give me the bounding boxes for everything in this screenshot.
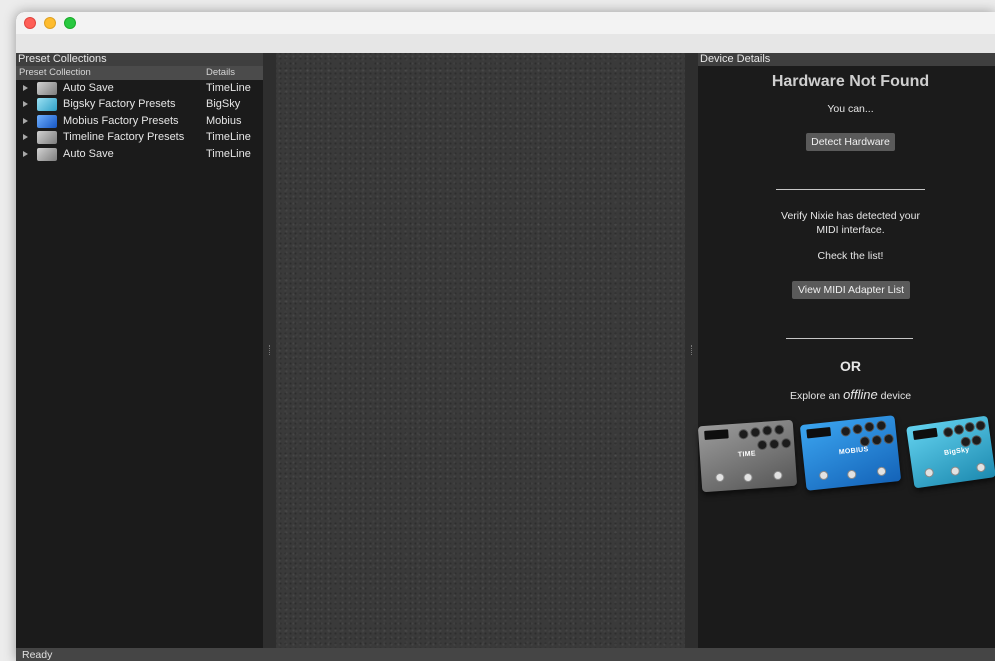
knob-icon [942,426,954,438]
knob-icon [863,421,875,433]
collection-name: Auto Save [63,147,114,160]
preset-collection-row[interactable]: Auto Save TimeLine [16,80,263,96]
collection-name: Mobius Factory Presets [63,114,179,127]
knob-icon [852,423,864,435]
knob-icon [883,433,895,445]
footswitch-icon [818,470,829,481]
knob-icon [761,425,773,436]
verify-nixie-text-line1: Verify Nixie has detected your [781,210,920,222]
knob-icon [875,420,887,432]
knob-icon [756,439,768,451]
pedal-label: TIME [737,450,757,459]
right-splitter-handle[interactable] [685,53,698,648]
minimize-window-button[interactable] [44,17,56,29]
offline-emphasis: offline [843,387,878,402]
knob-icon [974,419,987,432]
footswitch-icon [975,462,987,473]
footswitch-icon [715,472,725,483]
mobius-pedal-image-icon[interactable]: MOBIUS [799,415,902,491]
explore-suffix: device [877,390,912,402]
knob-icon [964,421,976,433]
explore-offline-text: Explore an offline device [698,388,995,403]
disclosure-triangle-icon[interactable] [23,150,28,157]
knob-icon [750,427,761,438]
column-header-details[interactable]: Details [206,66,235,80]
footswitch-icon [924,467,935,478]
you-can-text: You can... [827,103,874,115]
footswitch-icon [876,466,887,477]
collection-details: BigSky [206,98,241,111]
app-window: Preset Collections Preset Collection Det… [16,12,995,661]
preset-collection-row[interactable]: Bigsky Factory Presets BigSky [16,96,263,112]
footswitch-icon [773,470,783,481]
explore-prefix: Explore an [789,390,844,402]
knob-icon [871,434,883,446]
preset-collection-row[interactable]: Auto Save TimeLine [16,146,263,162]
toolbar [16,34,995,54]
check-list-text: Check the list! [817,250,884,262]
divider [776,189,925,190]
preset-collections-panel: Preset Collections Preset Collection Det… [16,53,263,648]
timeline-pedal-thumbnail-icon [37,82,57,95]
disclosure-triangle-icon[interactable] [23,117,28,124]
splitter-grip-icon [691,345,693,355]
pedal-label: MOBIUS [838,446,869,457]
knob-icon [780,437,792,449]
knob-icon [738,428,749,440]
disclosure-triangle-icon[interactable] [23,101,28,108]
splitter-grip-icon [269,345,271,355]
left-splitter-handle[interactable] [263,53,276,648]
pedal-display-icon [806,426,832,439]
knob-icon [970,434,983,446]
bigsky-pedal-image-icon[interactable]: BigSky [906,415,995,489]
bigsky-pedal-thumbnail-icon [37,98,57,112]
disclosure-triangle-icon[interactable] [23,85,28,91]
knob-icon [773,424,785,436]
or-separator: OR [840,358,861,374]
footswitch-icon [846,469,857,480]
hardware-not-found-heading: Hardware Not Found [771,73,930,90]
status-bar: Ready [16,648,995,661]
disclosure-triangle-icon[interactable] [23,134,28,141]
detect-hardware-button[interactable]: Detect Hardware [806,133,895,151]
collection-name: Timeline Factory Presets [63,131,185,144]
window-controls [24,17,76,29]
divider [786,338,913,339]
knob-icon [953,424,965,436]
device-details-title: Device Details [698,53,995,66]
pedal-display-icon [704,429,729,440]
preset-collection-row[interactable]: Mobius Factory Presets Mobius [16,113,263,129]
collection-details: Mobius [206,114,242,127]
collection-name: Auto Save [63,82,114,94]
collection-details: TimeLine [206,147,251,160]
verify-nixie-text-line2: MIDI interface. [816,224,885,236]
collection-details: TimeLine [206,131,251,144]
timeline-pedal-image-icon[interactable]: TIME [697,419,798,493]
pedal-label: BigSky [943,446,970,457]
timeline-pedal-thumbnail-icon [37,131,57,145]
collection-details: TimeLine [206,82,251,94]
pedal-display-icon [912,427,938,441]
timeline-pedal-thumbnail-icon [37,147,57,161]
zoom-window-button[interactable] [64,17,76,29]
mobius-pedal-thumbnail-icon [37,114,57,128]
preset-table-header: Preset Collection Details [16,66,263,80]
footswitch-icon [743,472,753,483]
knob-icon [859,435,871,447]
view-midi-adapter-list-button[interactable]: View MIDI Adapter List [792,281,910,299]
column-header-collection[interactable]: Preset Collection [19,66,91,80]
preset-collections-title: Preset Collections [16,53,263,66]
knob-icon [768,438,780,450]
preset-collection-row[interactable]: Timeline Factory Presets TimeLine [16,129,263,145]
preset-content-area [276,53,685,648]
footswitch-icon [950,466,961,477]
knob-icon [840,425,852,437]
close-window-button[interactable] [24,17,36,29]
title-bar [16,12,995,34]
device-details-panel: Device Details Hardware Not Found You ca… [697,53,995,648]
collection-name: Bigsky Factory Presets [63,98,176,111]
